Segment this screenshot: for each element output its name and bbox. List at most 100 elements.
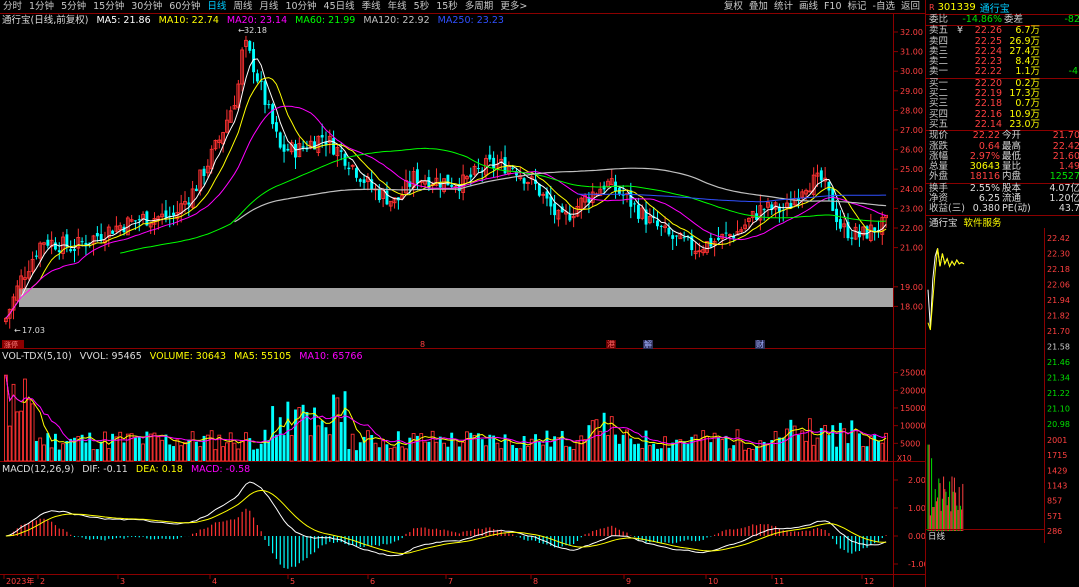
volume-bar bbox=[26, 399, 31, 462]
volume-bar bbox=[545, 430, 549, 461]
date-axis-label: 9 bbox=[626, 577, 631, 586]
volume-bar bbox=[137, 436, 141, 461]
ask-row-0-cell: 6.7万 bbox=[1015, 25, 1040, 37]
volume-bar bbox=[423, 441, 427, 462]
bid-row-4-cell: 22.14 bbox=[974, 118, 1002, 130]
volume-bar bbox=[506, 439, 511, 462]
mini-vol-label: 571 bbox=[1047, 511, 1062, 520]
volume-bar bbox=[381, 439, 386, 462]
vol-ma10-value: MA10: 65766 bbox=[299, 351, 363, 362]
volume-bar bbox=[244, 432, 248, 462]
candle-body bbox=[659, 225, 663, 227]
vol-ma5-value: MA5: 55105 bbox=[234, 351, 292, 362]
candle-body bbox=[716, 237, 720, 240]
volume-bar bbox=[274, 434, 278, 461]
price-axis-label: 24.00 bbox=[900, 185, 923, 194]
volume-bar bbox=[537, 441, 541, 461]
ask-book: 卖五 22.26 6.7万 ¥ 卖四 22.25 26.9万 卖三 22.24 27.4万 卖二 22… bbox=[926, 25, 1079, 77]
mini-price-label: 21.82 bbox=[1047, 311, 1070, 320]
volume-bar bbox=[355, 450, 358, 461]
candle-body bbox=[568, 214, 572, 221]
mini-price-label: 21.22 bbox=[1047, 389, 1070, 398]
candle-body bbox=[99, 234, 103, 241]
volume-bar bbox=[183, 441, 187, 462]
volume-bar bbox=[686, 444, 690, 461]
price-axis-label: 27.00 bbox=[900, 126, 923, 135]
volume-bar bbox=[228, 432, 233, 462]
volume-bar bbox=[38, 437, 43, 462]
event-marker-1: 8 bbox=[420, 340, 425, 349]
candle-body bbox=[343, 153, 347, 166]
mini-title: 通行宝 bbox=[929, 217, 958, 229]
candle-body bbox=[850, 237, 854, 239]
quote-panel: R 301339 通行宝 委比 -14.86% 委差 -82 卖五 22.26 6.… bbox=[925, 0, 1079, 587]
ma10-value: MA10: 22.74 bbox=[158, 15, 219, 26]
candle-body bbox=[57, 250, 61, 253]
volume-bar bbox=[255, 448, 259, 461]
volume-bar bbox=[518, 448, 523, 462]
stock-name[interactable]: 通行宝 bbox=[980, 0, 1010, 15]
mini-vol-label: 1143 bbox=[1047, 481, 1067, 490]
volume-bar bbox=[797, 434, 800, 461]
volume-bar bbox=[587, 425, 591, 461]
volume-bar bbox=[720, 439, 725, 462]
stat-row-4-cell: 12527 bbox=[1049, 171, 1079, 183]
candle-body bbox=[80, 241, 84, 243]
volume-bar bbox=[827, 435, 831, 461]
macd-indicator-line: MACD(12,26,9) DIF: -0.11 DEA: 0.18 MACD:… bbox=[2, 464, 255, 476]
candle-body bbox=[255, 73, 259, 82]
quote-stats: 现价 22.22 今开 21.70 涨跌 0.64 最高 22.42 涨幅 2.97% 最低 21.6… bbox=[926, 130, 1079, 182]
candle-body bbox=[332, 137, 336, 155]
vol-axis-label: 15000 bbox=[900, 404, 925, 413]
candle-body bbox=[675, 235, 678, 237]
volume-bar bbox=[705, 436, 709, 462]
volume-bar bbox=[316, 425, 321, 462]
price-axis-label: 22.00 bbox=[900, 224, 923, 233]
ask-row-4-cell: 1.1万 bbox=[1015, 66, 1040, 78]
volume-bar bbox=[633, 444, 637, 461]
volume-bar bbox=[232, 442, 237, 462]
candle-body bbox=[267, 104, 271, 106]
macd-axis-label: -1.00 bbox=[908, 560, 925, 569]
volume-bar bbox=[480, 439, 484, 461]
volume-bar bbox=[84, 442, 88, 461]
stat2-row-2-cell: 收益(三) bbox=[929, 203, 965, 215]
candle-body bbox=[46, 239, 50, 246]
volume-bar bbox=[198, 446, 203, 462]
volume-bar bbox=[621, 434, 625, 461]
price-axis-label: 18.00 bbox=[900, 302, 923, 311]
kline-chart[interactable]: 32.0031.0030.0029.0028.0027.0026.0025.00… bbox=[0, 0, 925, 587]
date-axis-label: 4 bbox=[212, 577, 217, 586]
ask-row-4: 卖一 22.22 1.1万 -4 bbox=[926, 66, 1079, 78]
volume-bar bbox=[259, 443, 263, 461]
candle-body bbox=[137, 219, 141, 221]
volume-bar bbox=[488, 434, 492, 461]
volume-bar bbox=[388, 448, 393, 462]
price-axis-label: 28.00 bbox=[900, 106, 923, 115]
price-axis-label: 23.00 bbox=[900, 204, 923, 213]
weibi-row: 委比 -14.86% 委差 -82 bbox=[926, 14, 1079, 25]
volume-bar bbox=[807, 418, 812, 462]
bid-row-3: 买四 22.16 10.9万 bbox=[926, 109, 1079, 120]
low-arrow: ← bbox=[14, 326, 21, 335]
price-axis-label: 32.00 bbox=[900, 28, 923, 37]
candle-body bbox=[362, 179, 366, 183]
volume-bar bbox=[23, 378, 27, 462]
volume-bar bbox=[172, 446, 176, 461]
volume-bar bbox=[811, 444, 816, 462]
date-axis-label: 3 bbox=[120, 577, 125, 586]
candle-body bbox=[271, 104, 275, 125]
volume-bar bbox=[252, 449, 256, 461]
mini-tab[interactable]: 软件服务 bbox=[964, 215, 1002, 229]
volume-bar bbox=[663, 436, 667, 462]
volume-bar bbox=[335, 397, 340, 462]
volume-bar bbox=[640, 447, 645, 462]
volume-bar bbox=[267, 440, 271, 461]
volume-bar bbox=[103, 431, 107, 462]
volume-bar bbox=[4, 374, 8, 462]
volume-bar bbox=[476, 433, 480, 461]
volume-bar bbox=[495, 442, 500, 462]
volume-bar bbox=[282, 435, 286, 461]
volume-bar bbox=[614, 434, 618, 461]
intraday-mini-chart[interactable]: 22.42 22.30 22.18 22.06 21.94 21.82 21.70 21.58… bbox=[926, 227, 1079, 543]
